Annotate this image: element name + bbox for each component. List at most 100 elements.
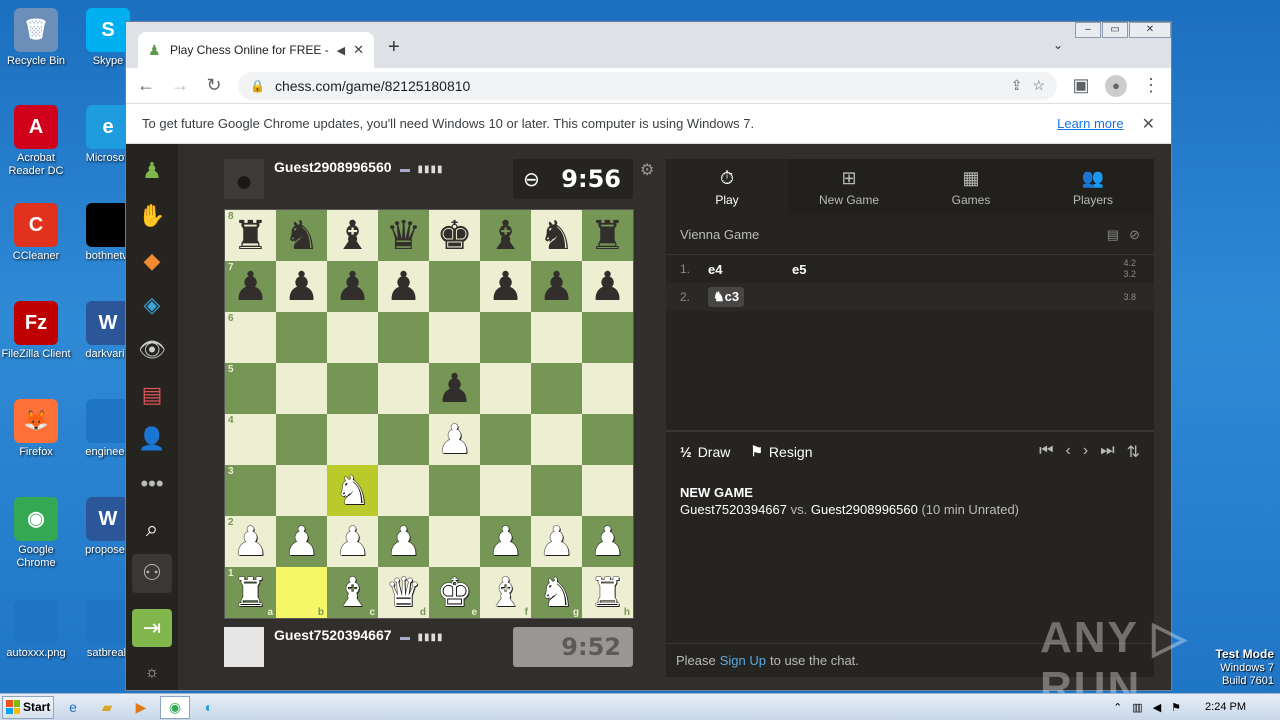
white-knight-icon[interactable]: ♞	[539, 573, 575, 613]
share-icon[interactable]: ⇪	[1011, 77, 1023, 94]
desktop-icon[interactable]: A Acrobat Reader DC	[0, 105, 72, 178]
ie-taskbar-icon[interactable]: e	[58, 696, 88, 719]
square-b5[interactable]	[276, 363, 327, 414]
black-pawn-icon[interactable]: ♟	[335, 267, 371, 307]
square-a5[interactable]: 5	[225, 363, 276, 414]
square-d7[interactable]: ♟	[378, 261, 429, 312]
square-g7[interactable]: ♟	[531, 261, 582, 312]
chess-board[interactable]: 8 ♜ ♞ ♝ ♛ ♚ ♝ ♞ ♜ 7 ♟ ♟ ♟ ♟ ♟ ♟ ♟ 6 5 ♟ 4 ♟ 3 ♞ 2 ♟ ♟ ♟ ♟ ♟ ♟ ♟ 1 a ♜ b c ♝ d ♛…	[224, 209, 634, 619]
tab-chess[interactable]: ♟ Play Chess Online for FREE - 2 F ◀ ✕	[138, 32, 374, 68]
square-a2[interactable]: 2 ♟	[225, 516, 276, 567]
desktop-icon[interactable]: ◉ Google Chrome	[0, 497, 72, 570]
square-e8[interactable]: ♚	[429, 210, 480, 261]
puzzles-icon[interactable]: ◆	[132, 241, 172, 280]
square-f5[interactable]	[480, 363, 531, 414]
square-h8[interactable]: ♜	[582, 210, 633, 261]
black-avatar[interactable]: ●	[224, 159, 264, 199]
square-e7[interactable]	[429, 261, 480, 312]
black-rook-icon[interactable]: ♜	[590, 216, 626, 256]
white-move[interactable]: e4	[708, 262, 792, 277]
square-c2[interactable]: ♟	[327, 516, 378, 567]
square-c5[interactable]	[327, 363, 378, 414]
infobar-close-icon[interactable]: ✕	[1142, 114, 1155, 134]
square-g3[interactable]	[531, 465, 582, 516]
black-pawn-icon[interactable]: ♟	[437, 369, 473, 409]
desktop-icon[interactable]: 🗑 Recycle Bin	[0, 8, 72, 68]
white-bishop-icon[interactable]: ♝	[335, 573, 371, 613]
black-pawn-icon[interactable]: ♟	[488, 267, 524, 307]
white-move[interactable]: ♞c3	[708, 287, 745, 307]
black-queen-icon[interactable]: ♛	[386, 216, 422, 256]
learn-icon[interactable]: ◈	[132, 286, 172, 325]
square-g6[interactable]	[531, 312, 582, 363]
square-b6[interactable]	[276, 312, 327, 363]
square-c1[interactable]: c ♝	[327, 567, 378, 618]
media-player-taskbar-icon[interactable]: ▶	[126, 696, 156, 719]
chess-logo-icon[interactable]: ♟	[132, 152, 172, 191]
square-f2[interactable]: ♟	[480, 516, 531, 567]
tab-games[interactable]: ▦ Games	[910, 159, 1032, 215]
network-icon[interactable]: ▥	[1132, 701, 1142, 714]
white-pawn-icon[interactable]: ♟	[233, 522, 269, 562]
black-rook-icon[interactable]: ♜	[233, 216, 269, 256]
next-move-icon[interactable]: ›	[1083, 442, 1088, 462]
tab-players[interactable]: 👥 Players	[1032, 159, 1154, 215]
social-icon[interactable]: 👤	[132, 420, 172, 459]
square-c6[interactable]	[327, 312, 378, 363]
square-b3[interactable]	[276, 465, 327, 516]
chrome-taskbar-icon[interactable]: ◉	[160, 695, 190, 719]
square-d8[interactable]: ♛	[378, 210, 429, 261]
login-icon[interactable]: ⇥	[132, 608, 172, 648]
square-d2[interactable]: ♟	[378, 516, 429, 567]
action-center-icon[interactable]: ⚑	[1171, 701, 1181, 714]
black-knight-icon[interactable]: ♞	[284, 216, 320, 256]
tab-new-game[interactable]: ⊞ New Game	[788, 159, 910, 215]
tab-close-icon[interactable]: ✕	[353, 42, 364, 58]
square-a7[interactable]: 7 ♟	[225, 261, 276, 312]
desktop-icon[interactable]: C CCleaner	[0, 203, 72, 263]
square-b4[interactable]	[276, 414, 327, 465]
first-move-icon[interactable]: ⏮	[1039, 442, 1053, 462]
white-knight-icon[interactable]: ♞	[335, 471, 371, 511]
white-king-icon[interactable]: ♚	[437, 573, 473, 613]
desktop-icon[interactable]: 🦊 Firefox	[0, 399, 72, 459]
square-d3[interactable]	[378, 465, 429, 516]
square-h5[interactable]	[582, 363, 633, 414]
black-pawn-icon[interactable]: ♟	[539, 267, 575, 307]
square-c3[interactable]: ♞	[327, 465, 378, 516]
tray-expand-icon[interactable]: ⌃	[1113, 701, 1122, 714]
profile-avatar-icon[interactable]: ●	[1105, 74, 1127, 97]
bottom-player-name[interactable]: Guest7520394667	[274, 627, 392, 643]
square-c4[interactable]	[327, 414, 378, 465]
square-b2[interactable]: ♟	[276, 516, 327, 567]
square-b8[interactable]: ♞	[276, 210, 327, 261]
desktop-icon[interactable]: Fz FileZilla Client	[0, 301, 72, 361]
sign-up-link[interactable]: Sign Up	[720, 653, 766, 668]
opening-name[interactable]: Vienna Game	[680, 227, 1097, 242]
watch-icon[interactable]: 👁	[132, 331, 172, 370]
new-tab-button[interactable]: +	[388, 36, 400, 59]
square-b7[interactable]: ♟	[276, 261, 327, 312]
new-game-white-player[interactable]: Guest7520394667	[680, 502, 787, 517]
theme-icon[interactable]: ☼	[132, 653, 172, 690]
square-f1[interactable]: f ♝	[480, 567, 531, 618]
black-king-icon[interactable]: ♚	[437, 216, 473, 256]
square-e5[interactable]: ♟	[429, 363, 480, 414]
square-b1[interactable]: b	[276, 567, 327, 618]
square-c8[interactable]: ♝	[327, 210, 378, 261]
white-pawn-icon[interactable]: ♟	[437, 420, 473, 460]
black-pawn-icon[interactable]: ♟	[386, 267, 422, 307]
lock-icon[interactable]: 🔒	[250, 79, 265, 93]
white-queen-icon[interactable]: ♛	[386, 573, 422, 613]
close-window-button[interactable]: ✕	[1129, 22, 1171, 38]
more-icon[interactable]: •••	[132, 465, 172, 504]
square-d5[interactable]	[378, 363, 429, 414]
reload-icon[interactable]: ↻	[204, 75, 224, 96]
square-d4[interactable]	[378, 414, 429, 465]
tab-search-chevron-icon[interactable]: ⌄	[1053, 38, 1063, 52]
white-pawn-icon[interactable]: ♟	[386, 522, 422, 562]
square-a1[interactable]: 1 a ♜	[225, 567, 276, 618]
square-f6[interactable]	[480, 312, 531, 363]
black-pawn-icon[interactable]: ♟	[590, 267, 626, 307]
white-rook-icon[interactable]: ♜	[590, 573, 626, 613]
